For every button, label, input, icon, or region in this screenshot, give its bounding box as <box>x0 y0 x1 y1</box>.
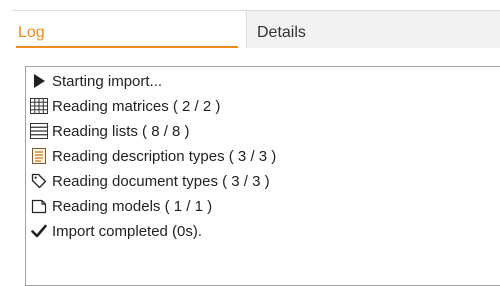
tab-details-label: Details <box>257 24 306 41</box>
log-text: Reading models ( 1 / 1 ) <box>52 197 213 215</box>
list-icon <box>30 122 48 140</box>
matrix-grid-icon <box>30 97 48 115</box>
active-tab-indicator <box>16 46 238 48</box>
tab-log-label: Log <box>18 24 45 41</box>
log-text: Reading lists ( 8 / 8 ) <box>52 122 190 140</box>
log-line-starting: Starting import... <box>30 70 162 92</box>
tab-details[interactable]: Details <box>246 10 500 48</box>
description-type-icon <box>30 147 48 165</box>
log-line-models: Reading models ( 1 / 1 ) <box>30 195 212 217</box>
log-line-matrices: Reading matrices ( 2 / 2 ) <box>30 95 220 117</box>
log-text: Reading matrices ( 2 / 2 ) <box>52 97 221 115</box>
checkmark-icon <box>30 222 48 240</box>
play-icon <box>30 72 48 90</box>
tab-log[interactable]: Log <box>12 10 246 48</box>
log-line-lists: Reading lists ( 8 / 8 ) <box>30 120 190 142</box>
log-text: Reading document types ( 3 / 3 ) <box>52 172 270 190</box>
log-text: Starting import... <box>52 72 163 90</box>
document-icon <box>30 197 48 215</box>
log-panel: Starting import... Reading matrices ( 2 … <box>25 66 500 286</box>
log-line-description-types: Reading description types ( 3 / 3 ) <box>30 145 276 167</box>
tab-bar: Log Details <box>0 0 500 50</box>
log-line-completed: Import completed (0s). <box>30 220 202 242</box>
log-text: Reading description types ( 3 / 3 ) <box>52 147 277 165</box>
tag-icon <box>30 172 48 190</box>
log-line-document-types: Reading document types ( 3 / 3 ) <box>30 170 270 192</box>
log-text: Import completed (0s). <box>52 222 203 240</box>
